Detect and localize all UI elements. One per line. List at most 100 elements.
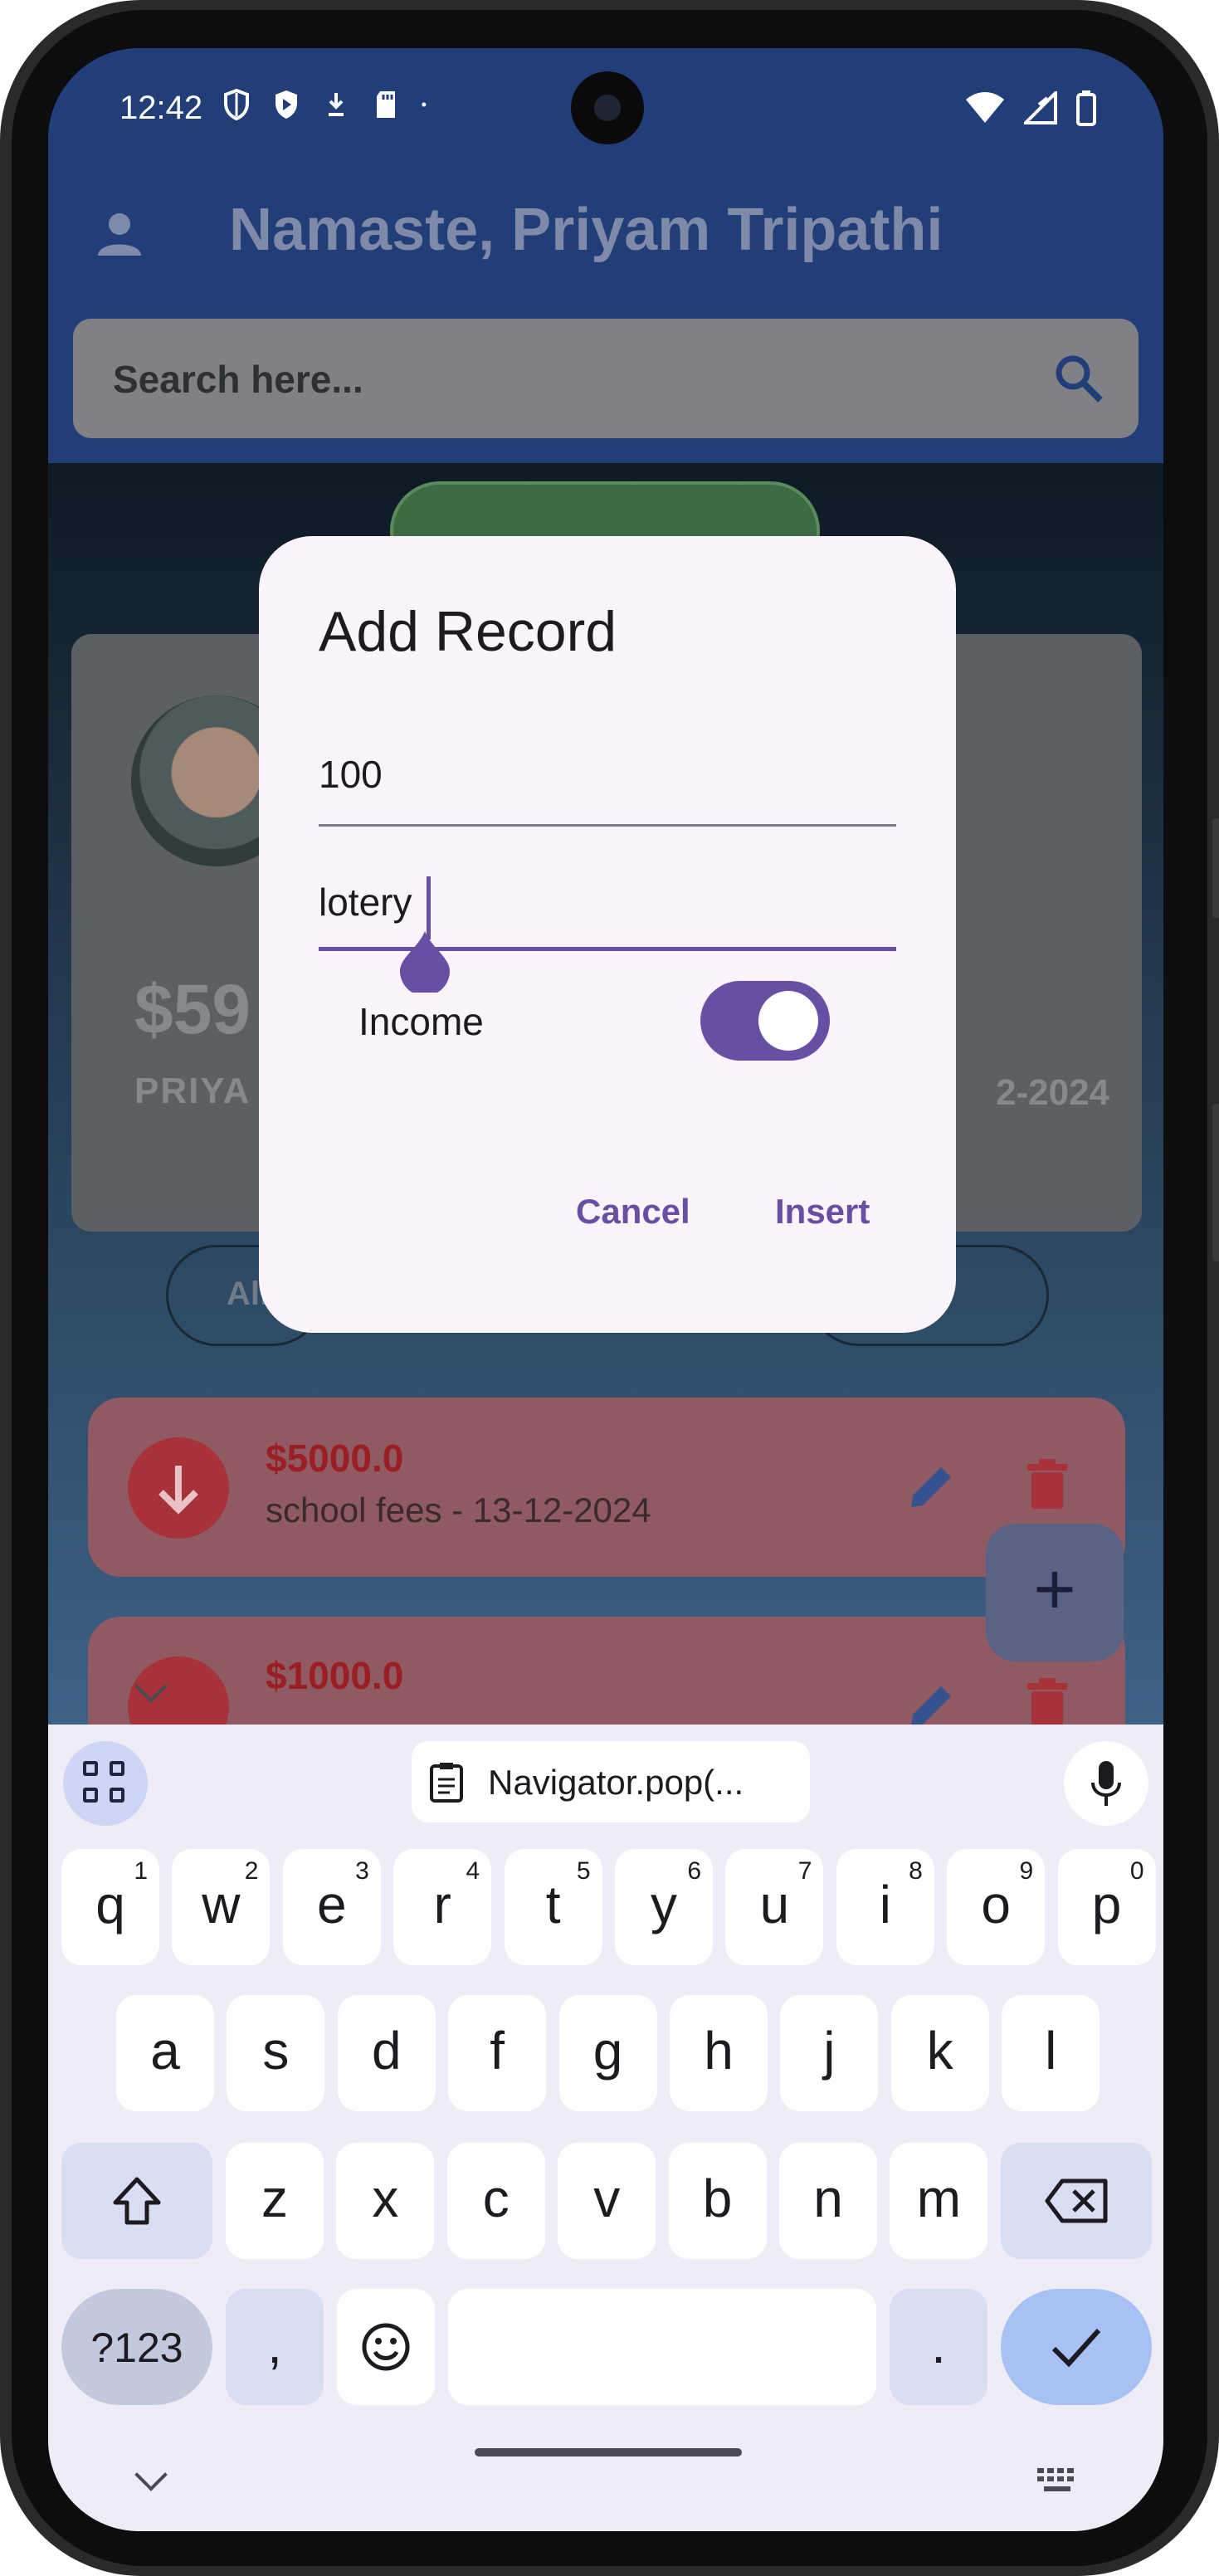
screen: 12:42 Namaste, Priyam Tripathi Search he… [48, 48, 1163, 2531]
key-e[interactable]: e3 [282, 1849, 381, 1965]
search-bar[interactable]: Search here... [73, 319, 1139, 438]
key-label: c [482, 2169, 510, 2228]
key-i[interactable]: i8 [836, 1849, 934, 1965]
key-label: g [592, 2021, 623, 2081]
card-date: 2-2024 [996, 1072, 1110, 1113]
key-label: d [372, 2021, 402, 2081]
key-label: l [1045, 2021, 1057, 2081]
add-record-fab[interactable]: + [986, 1524, 1124, 1661]
key-label: z [261, 2169, 288, 2228]
status-system-icons [964, 90, 1097, 126]
clipboard-suggestion[interactable]: Navigator.pop(... [412, 1741, 810, 1822]
key-n[interactable]: n [779, 2143, 877, 2259]
key-w[interactable]: w2 [172, 1849, 271, 1965]
key-q[interactable]: q1 [61, 1849, 159, 1965]
key-t[interactable]: t5 [504, 1849, 602, 1965]
key-hint: 3 [355, 1857, 369, 1885]
delete-icon[interactable] [1024, 1457, 1070, 1510]
key-hint: 7 [797, 1857, 812, 1885]
key-j[interactable]: j [780, 1995, 879, 2111]
play-protect-icon [275, 90, 297, 119]
enter-key[interactable] [1001, 2289, 1152, 2405]
key-p[interactable]: p0 [1057, 1849, 1156, 1965]
key-k[interactable]: k [890, 1995, 989, 2111]
record-amount: $5000.0 [266, 1437, 404, 1480]
expense-arrow-icon [128, 1437, 229, 1539]
period-key[interactable]: . [890, 2289, 987, 2405]
key-f[interactable]: f [448, 1995, 547, 2111]
download-icon [329, 93, 344, 116]
insert-button[interactable]: Insert [775, 1192, 870, 1232]
cursor-handle[interactable] [398, 929, 451, 993]
comma-key[interactable]: , [226, 2289, 324, 2405]
key-y[interactable]: y6 [615, 1849, 713, 1965]
keyboard-switch-icon[interactable] [1036, 2466, 1080, 2495]
list-item[interactable]: $5000.0 school fees - 13-12-2024 [88, 1398, 1125, 1577]
key-hint: 4 [466, 1857, 480, 1885]
key-m[interactable]: m [890, 2143, 988, 2259]
card-amount: $59 [134, 970, 251, 1048]
income-switch[interactable] [700, 981, 830, 1061]
key-u[interactable]: u7 [725, 1849, 824, 1965]
battery-icon [1076, 90, 1096, 126]
key-label: f [490, 2021, 505, 2081]
status-time: 12:42 [119, 90, 203, 126]
shift-icon [113, 2177, 161, 2225]
side-button [1212, 818, 1219, 918]
front-camera [571, 71, 644, 144]
search-placeholder: Search here... [113, 358, 363, 401]
key-label: a [150, 2021, 180, 2081]
record-subtitle: school fees - 13-12-2024 [266, 1490, 651, 1530]
key-h[interactable]: h [670, 1995, 768, 2111]
emoji-key[interactable] [337, 2289, 435, 2405]
key-label: v [593, 2169, 621, 2228]
key-label: k [926, 2021, 953, 2081]
key-hint: 6 [687, 1857, 701, 1885]
key-l[interactable]: l [1002, 1995, 1100, 2111]
microphone-icon [1091, 1761, 1121, 1806]
key-label: j [823, 2021, 836, 2081]
symbols-key[interactable]: ?123 [61, 2289, 212, 2405]
shield-icon [224, 88, 249, 121]
key-x[interactable]: x [336, 2143, 435, 2259]
switch-knob [758, 991, 818, 1051]
app-bar: 12:42 Namaste, Priyam Tripathi Search he… [48, 48, 1163, 463]
search-icon[interactable] [1052, 352, 1105, 405]
cancel-button[interactable]: Cancel [576, 1192, 690, 1232]
key-z[interactable]: z [226, 2143, 324, 2259]
key-d[interactable]: d [337, 1995, 436, 2111]
space-key[interactable] [448, 2289, 876, 2405]
key-o[interactable]: o9 [947, 1849, 1046, 1965]
key-r[interactable]: r4 [393, 1849, 492, 1965]
keyboard: Navigator.pop(... q1w2e3r4t5y6u7i8o9p0 a… [48, 1670, 1163, 2531]
edit-icon[interactable] [906, 1680, 958, 1731]
key-a[interactable]: a [116, 1995, 214, 2111]
emoji-icon [362, 2323, 410, 2371]
add-record-dialog: Add Record 100 lotery Income Cancel Inse… [259, 536, 956, 1333]
key-hint: 8 [909, 1857, 923, 1885]
amount-value: 100 [319, 753, 383, 796]
backspace-icon [1045, 2178, 1108, 2223]
record-amount: $1000.0 [266, 1654, 404, 1697]
phone-frame: 12:42 Namaste, Priyam Tripathi Search he… [0, 0, 1219, 2576]
mic-button[interactable] [1064, 1741, 1148, 1826]
key-c[interactable]: c [446, 2143, 545, 2259]
key-hint: 9 [1019, 1857, 1034, 1885]
person-icon[interactable] [95, 209, 144, 259]
key-hint: 5 [576, 1857, 591, 1885]
delete-icon[interactable] [1024, 1676, 1070, 1730]
description-field[interactable]: lotery [319, 851, 896, 993]
apps-grid-icon[interactable] [63, 1741, 148, 1826]
backspace-key[interactable] [1001, 2143, 1152, 2259]
shift-key[interactable] [61, 2143, 212, 2259]
key-g[interactable]: g [558, 1995, 657, 2111]
key-v[interactable]: v [558, 2143, 656, 2259]
key-b[interactable]: b [668, 2143, 767, 2259]
edit-icon[interactable] [906, 1461, 958, 1512]
key-s[interactable]: s [227, 1995, 325, 2111]
amount-field[interactable]: 100 [319, 727, 896, 827]
home-indicator[interactable] [475, 2448, 742, 2456]
key-label: m [916, 2169, 962, 2228]
key-label: b [702, 2169, 733, 2228]
keyboard-toolbar: Navigator.pop(... [48, 1725, 1163, 1832]
